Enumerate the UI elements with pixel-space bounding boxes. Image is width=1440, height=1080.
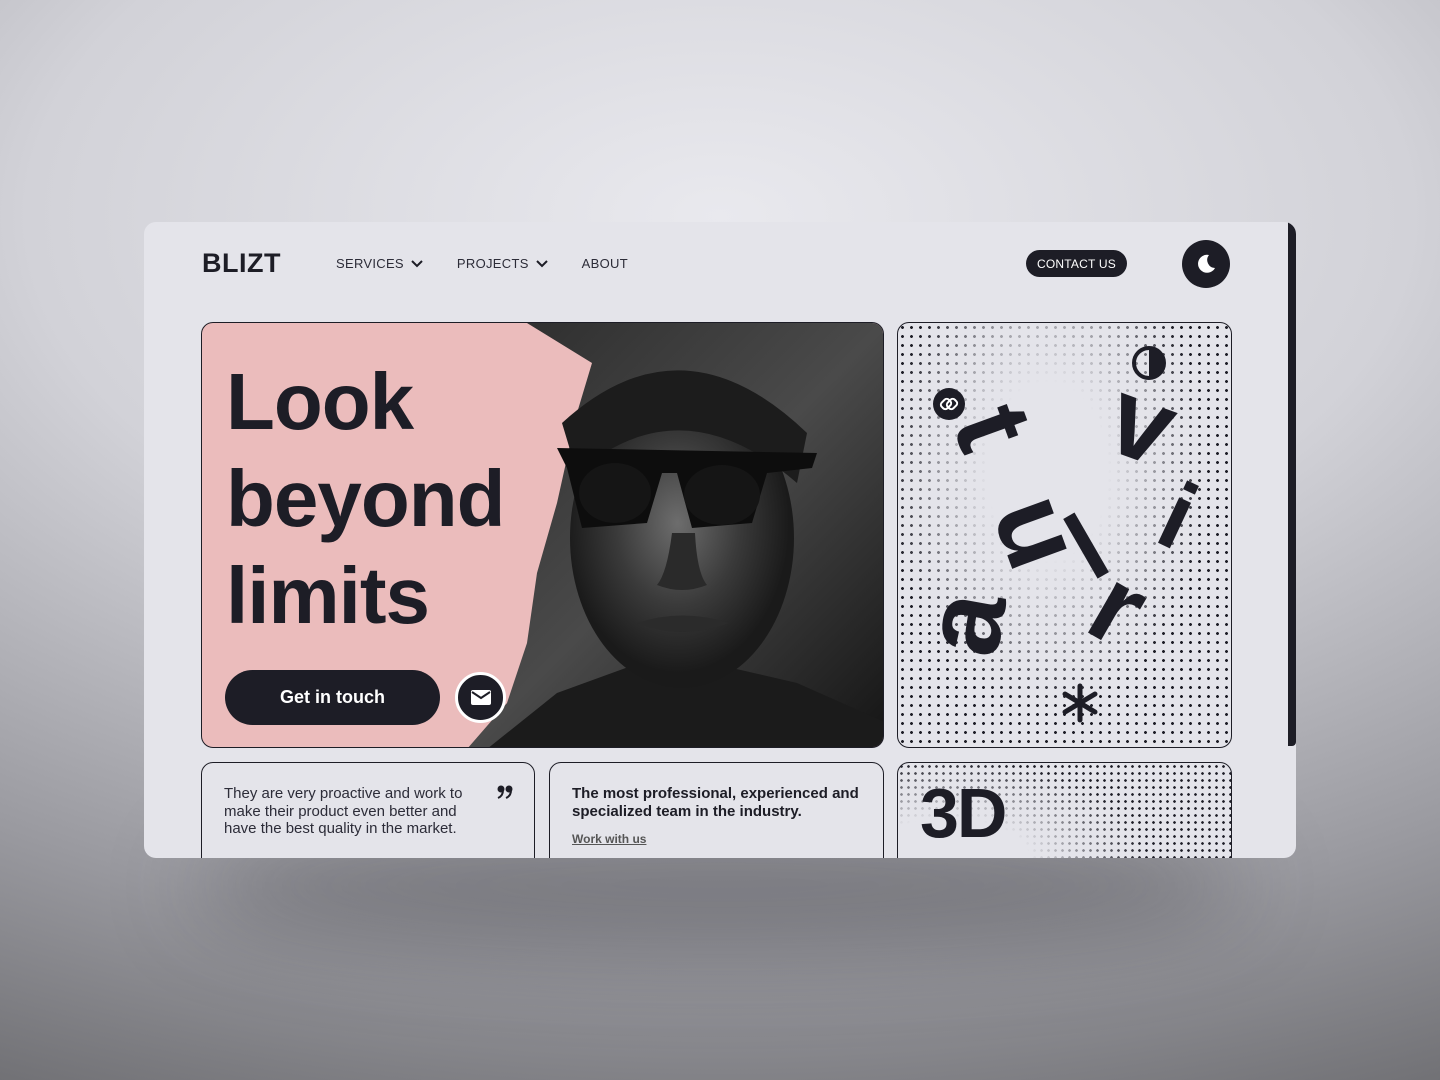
quote-icon — [497, 785, 513, 799]
contact-us-button[interactable]: CONTACT US — [1026, 250, 1127, 277]
nav-item-label: PROJECTS — [456, 256, 529, 271]
logo[interactable]: BLIZT — [202, 248, 281, 279]
nav-item-projects[interactable]: PROJECTS — [457, 256, 548, 271]
scrollbar[interactable] — [1288, 222, 1296, 746]
team-card-title: The most professional, experienced and s… — [572, 785, 859, 820]
chevron-down-icon — [535, 259, 548, 267]
email-button[interactable] — [455, 672, 506, 723]
chevron-down-icon — [411, 259, 423, 267]
virtual-feature-card[interactable]: v i r t u a l — [897, 322, 1232, 748]
nav-item-services[interactable]: SERVICES — [336, 256, 423, 271]
nav-item-label: SERVICES — [336, 256, 404, 271]
snowflake-icon — [1062, 683, 1098, 723]
hero-card: Look beyond limits Get in touch — [201, 322, 884, 748]
testimonial-card: They are very proactive and work to make… — [201, 762, 535, 858]
testimonial-text: They are very proactive and work to make… — [224, 785, 463, 837]
theme-toggle-button[interactable] — [1182, 240, 1230, 288]
3d-label: 3D — [920, 774, 1007, 852]
3d-card[interactable]: 3D — [897, 762, 1232, 858]
hero-title-line: limits — [226, 551, 430, 640]
main-nav: SERVICES PROJECTS ABOUT — [336, 256, 628, 271]
team-card: The most professional, experienced and s… — [549, 762, 884, 858]
moon-icon — [1198, 254, 1215, 273]
envelope-icon — [470, 690, 491, 705]
hero-title: Look beyond limits — [226, 353, 586, 644]
work-with-us-link[interactable]: Work with us — [572, 832, 646, 846]
link-icon — [933, 388, 965, 420]
nav-item-label: ABOUT — [581, 256, 628, 271]
browser-window: BLIZT SERVICES PROJECTS ABOUT CONTACT US — [144, 222, 1296, 858]
nav-item-about[interactable]: ABOUT — [582, 256, 628, 271]
get-in-touch-button[interactable]: Get in touch — [225, 670, 440, 725]
virtual-word-art: v i r t u a l — [898, 354, 1228, 718]
hero-title-line: Look — [226, 357, 414, 446]
hero-title-line: beyond — [226, 454, 505, 543]
